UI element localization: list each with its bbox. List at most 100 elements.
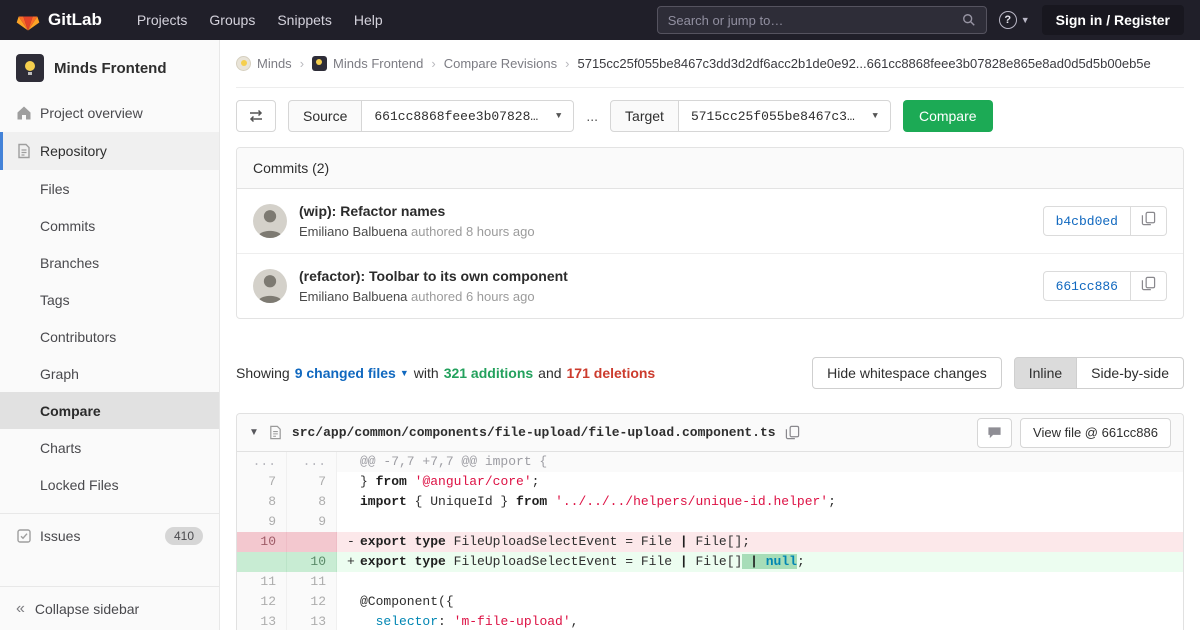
- help-menu[interactable]: ? ▼: [998, 11, 1030, 29]
- old-line-number[interactable]: 7: [237, 472, 287, 492]
- collapse-file-caret-icon[interactable]: ▼: [249, 427, 259, 438]
- chevron-down-icon: ▼: [555, 111, 562, 121]
- nav-item-snippets[interactable]: Snippets: [266, 0, 342, 40]
- breadcrumb-label: Minds: [257, 56, 292, 71]
- old-line-number[interactable]: 9: [237, 512, 287, 532]
- old-line-number[interactable]: 10: [237, 532, 287, 552]
- collapse-sidebar-button[interactable]: « Collapse sidebar: [0, 586, 219, 630]
- breadcrumb-item-minds[interactable]: Minds: [236, 56, 292, 71]
- swap-revisions-button[interactable]: [236, 100, 276, 132]
- commit-title[interactable]: (refactor): Toolbar to its own component: [299, 268, 1043, 284]
- nav-item-help[interactable]: Help: [343, 0, 394, 40]
- commit-info: (wip): Refactor names Emiliano Balbuena a…: [299, 203, 1043, 239]
- sidebar-item-graph[interactable]: Graph: [0, 355, 219, 392]
- new-line-number[interactable]: 7: [287, 472, 337, 492]
- file-path[interactable]: src/app/common/components/file-upload/fi…: [292, 425, 776, 440]
- sidebar-item-charts[interactable]: Charts: [0, 429, 219, 466]
- commit-author[interactable]: Emiliano Balbuena: [299, 224, 407, 239]
- navbar-right: Search or jump to… ? ▼ Sign in / Registe…: [656, 5, 1184, 35]
- diff-line-sign: -: [347, 534, 355, 549]
- breadcrumb-item-compare-revisions[interactable]: Compare Revisions: [444, 56, 557, 71]
- chevron-down-icon: ▼: [399, 368, 409, 378]
- sidebar-item-tags[interactable]: Tags: [0, 281, 219, 318]
- breadcrumb-item-minds-frontend[interactable]: Minds Frontend: [312, 56, 423, 71]
- new-line-number[interactable]: 13: [287, 612, 337, 630]
- diff-summary-row: Showing 9 changed files ▼ with 321 addit…: [236, 357, 1184, 389]
- project-header[interactable]: Minds Frontend: [0, 40, 219, 94]
- diff-line-ctx: 77 } from '@angular/core';: [237, 472, 1183, 492]
- code-segment: @Component({: [360, 594, 454, 609]
- commit-sha[interactable]: b4cbd0ed: [1042, 206, 1131, 236]
- old-line-number[interactable]: ...: [237, 452, 287, 472]
- new-line-number[interactable]: 10: [287, 552, 337, 572]
- sidebar-item-branches[interactable]: Branches: [0, 244, 219, 281]
- sidebar-item-repository[interactable]: Repository: [0, 132, 219, 170]
- target-ref-dropdown[interactable]: 5715cc25f055be8467c3… ▼: [678, 100, 891, 132]
- toggle-comments-button[interactable]: [977, 417, 1013, 448]
- search-input[interactable]: Search or jump to…: [656, 6, 987, 34]
- code-segment: FileUploadSelectEvent = File: [445, 534, 680, 549]
- sidebar-item-compare[interactable]: Compare: [0, 392, 219, 429]
- copy-path-icon[interactable]: [785, 425, 800, 440]
- old-line-number[interactable]: 8: [237, 492, 287, 512]
- code-segment: from: [375, 474, 407, 489]
- new-line-number[interactable]: 11: [287, 572, 337, 592]
- sidebar-issues-section: Issues 410: [0, 513, 219, 555]
- gitlab-logo[interactable]: GitLab: [16, 9, 102, 32]
- inline-view-button[interactable]: Inline: [1013, 357, 1078, 389]
- old-line-number[interactable]: 13: [237, 612, 287, 630]
- commit-title[interactable]: (wip): Refactor names: [299, 203, 1043, 219]
- main-content: Minds › Minds Frontend › Compare Revisions › 5…: [220, 40, 1200, 630]
- commit-info: (refactor): Toolbar to its own component…: [299, 268, 1043, 304]
- diff-header-actions: View file @ 661cc886: [977, 417, 1171, 448]
- commit-sha-group: b4cbd0ed: [1042, 206, 1167, 236]
- changed-files-dropdown[interactable]: 9 changed files ▼: [295, 365, 409, 381]
- sign-in-button[interactable]: Sign in / Register: [1041, 5, 1184, 35]
- old-line-number[interactable]: 11: [237, 572, 287, 592]
- commit-sha-group: 661cc886: [1042, 271, 1167, 301]
- source-ref-dropdown[interactable]: 661cc8868feee3b07828… ▼: [362, 100, 575, 132]
- new-line-number[interactable]: [287, 532, 337, 552]
- code-segment: '@angular/core': [414, 474, 532, 489]
- top-navbar: GitLab Projects Groups Snippets Help Search…: [0, 0, 1200, 40]
- code-segment: ,: [570, 614, 579, 629]
- new-line-number[interactable]: 12: [287, 592, 337, 612]
- nav-item-projects[interactable]: Projects: [126, 0, 199, 40]
- logo-text: GitLab: [48, 10, 102, 29]
- new-line-number[interactable]: 8: [287, 492, 337, 512]
- commit-author[interactable]: Emiliano Balbuena: [299, 289, 407, 304]
- new-line-number[interactable]: 9: [287, 512, 337, 532]
- diff-table: ...... @@ -7,7 +7,7 @@ import { 7 7 } from …: [237, 452, 1183, 630]
- old-line-number[interactable]: 12: [237, 592, 287, 612]
- breadcrumb: Minds › Minds Frontend › Compare Revisions › 5…: [236, 40, 1184, 88]
- code-segment: '../../../helpers/unique-id.helper': [555, 494, 829, 509]
- old-line-number[interactable]: [237, 552, 287, 572]
- breadcrumb-separator-icon: ›: [299, 56, 305, 71]
- diff-line-sign: [347, 572, 360, 592]
- copy-sha-button[interactable]: [1131, 271, 1167, 301]
- code-segment: File[];: [687, 534, 751, 549]
- code-segment: File[]: [687, 554, 743, 569]
- sidebar-item-files[interactable]: Files: [0, 170, 219, 207]
- sidebar-item-commits[interactable]: Commits: [0, 207, 219, 244]
- code-segment: export: [360, 554, 407, 569]
- hide-whitespace-button[interactable]: Hide whitespace changes: [812, 357, 1002, 389]
- copy-icon: [1141, 276, 1156, 296]
- sidebar-item-locked-files[interactable]: Locked Files: [0, 466, 219, 503]
- compare-button[interactable]: Compare: [902, 100, 993, 132]
- new-line-number[interactable]: ...: [287, 452, 337, 472]
- sidebar-item-project-overview[interactable]: Project overview: [0, 94, 219, 132]
- diff-line-del: 10 - export type FileUploadSelectEvent = F…: [237, 532, 1183, 552]
- diff-mode-toggle: Inline Side-by-side: [1013, 357, 1184, 389]
- commit-sha[interactable]: 661cc886: [1042, 271, 1131, 301]
- sidebar-item-contributors[interactable]: Contributors: [0, 318, 219, 355]
- view-file-button[interactable]: View file @ 661cc886: [1020, 417, 1171, 448]
- nav-item-groups[interactable]: Groups: [198, 0, 266, 40]
- code-segment: @@ -7,7 +7,7 @@ import {: [360, 454, 548, 469]
- comment-icon: [988, 427, 1001, 439]
- copy-sha-button[interactable]: [1131, 206, 1167, 236]
- sidebar-item-issues[interactable]: Issues 410: [0, 517, 219, 555]
- side-by-side-view-button[interactable]: Side-by-side: [1076, 357, 1184, 389]
- sidebar-item-label: Issues: [40, 528, 81, 544]
